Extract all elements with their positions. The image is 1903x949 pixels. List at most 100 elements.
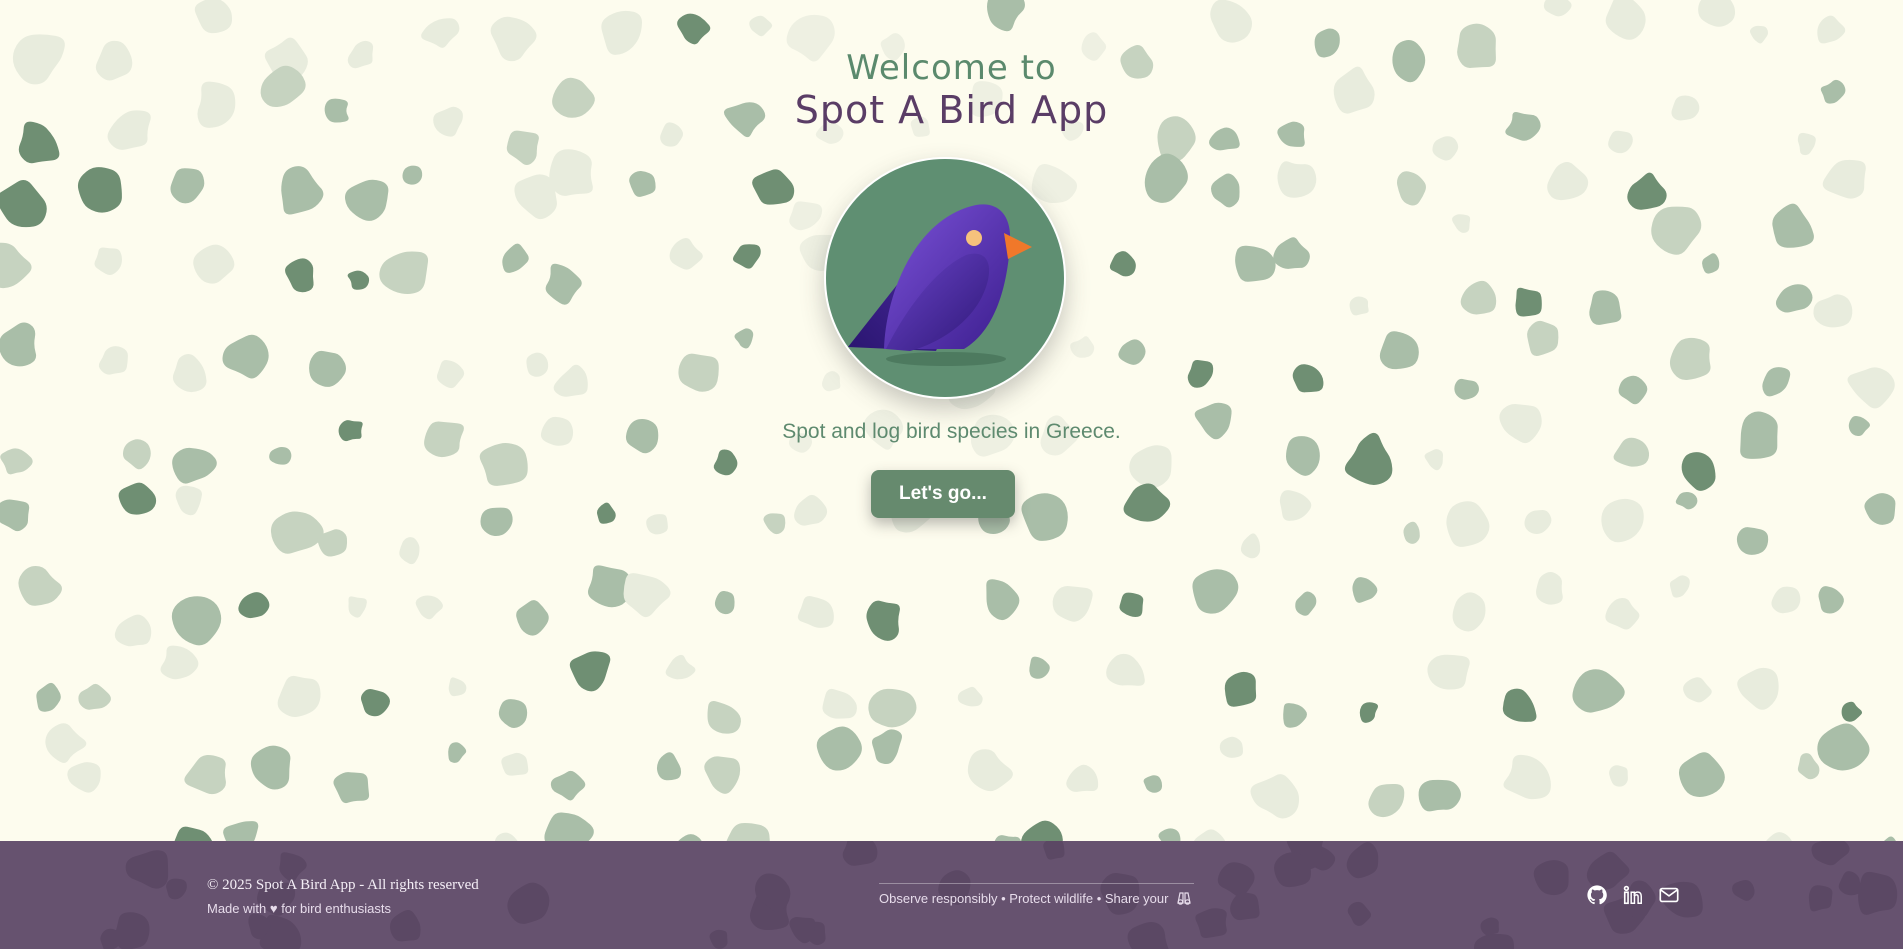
pattern-spot — [1119, 592, 1144, 617]
pattern-spot — [194, 0, 233, 34]
pattern-spot — [1349, 296, 1369, 316]
mail-icon[interactable] — [1658, 884, 1680, 906]
pattern-spot — [1589, 290, 1622, 325]
pattern-spot — [285, 258, 314, 293]
pattern-spot — [118, 482, 157, 515]
pattern-spot — [250, 745, 291, 790]
pattern-spot — [1524, 510, 1552, 534]
pattern-spot — [78, 683, 111, 710]
pattern-spot — [1864, 493, 1896, 525]
pattern-spot — [1347, 901, 1372, 926]
pattern-spot — [506, 130, 539, 166]
pattern-spot — [1235, 245, 1276, 282]
pattern-spot — [399, 537, 420, 565]
pattern-spot — [553, 364, 588, 397]
pattern-spot — [526, 352, 549, 377]
pattern-spot — [1533, 860, 1569, 896]
pattern-spot — [1675, 492, 1698, 510]
pattern-spot — [1029, 656, 1050, 679]
pattern-spot — [1118, 339, 1146, 365]
pattern-spot — [704, 756, 741, 794]
pattern-spot — [1858, 871, 1898, 915]
pattern-spot — [172, 354, 207, 393]
pattern-spot — [752, 169, 795, 205]
pattern-spot — [1106, 653, 1145, 686]
pattern-spot — [816, 726, 862, 771]
pattern-spot — [822, 688, 857, 719]
footer-motto: Observe responsibly • Protect wildlife •… — [879, 891, 1192, 906]
pattern-spot — [822, 371, 841, 392]
pattern-spot — [1503, 754, 1551, 800]
pattern-spot — [987, 0, 1025, 32]
pattern-spot — [1813, 294, 1853, 328]
pattern-spot — [498, 699, 528, 729]
pattern-spot — [1474, 933, 1515, 949]
pattern-spot — [1396, 171, 1426, 206]
pattern-spot — [1144, 153, 1188, 203]
pattern-spot — [348, 596, 367, 618]
pattern-spot — [1224, 671, 1257, 707]
pattern-spot — [98, 346, 128, 375]
pattern-spot — [1446, 501, 1490, 547]
pattern-spot — [1536, 572, 1563, 605]
pattern-spot — [1219, 736, 1244, 758]
pattern-spot — [1031, 163, 1078, 203]
pattern-spot — [1605, 0, 1646, 40]
pattern-spot — [1460, 280, 1497, 315]
pattern-spot — [842, 841, 878, 866]
pattern-spot — [0, 242, 32, 289]
pattern-spot — [866, 600, 900, 641]
pattern-spot — [1123, 483, 1171, 522]
pattern-spot — [794, 494, 828, 526]
pattern-spot — [1698, 0, 1736, 27]
pattern-spot — [1678, 752, 1725, 797]
pattern-spot — [1052, 586, 1093, 622]
pattern-spot — [797, 595, 834, 628]
pattern-spot — [1681, 452, 1716, 491]
pattern-spot — [1273, 237, 1310, 269]
pattern-spot — [1210, 173, 1240, 208]
pattern-spot — [707, 701, 741, 734]
pattern-spot — [347, 270, 370, 290]
pattern-spot — [678, 353, 719, 392]
pattern-spot — [623, 573, 671, 618]
pattern-spot — [871, 729, 902, 765]
pattern-spot — [1627, 172, 1667, 210]
pattern-spot — [656, 752, 682, 781]
pattern-spot — [479, 443, 528, 486]
pattern-spot — [360, 689, 390, 717]
pattern-spot — [516, 600, 549, 636]
lets-go-button[interactable]: Let's go... — [871, 470, 1015, 518]
pattern-spot — [1295, 591, 1317, 616]
pattern-spot — [1043, 841, 1065, 860]
pattern-spot — [270, 511, 324, 554]
pattern-spot — [1838, 871, 1862, 896]
pattern-spot — [1195, 908, 1227, 939]
pattern-spot — [1292, 364, 1324, 393]
pattern-spot — [1021, 493, 1068, 541]
pattern-spot — [1283, 703, 1307, 728]
pattern-spot — [789, 916, 815, 944]
github-icon[interactable] — [1586, 884, 1608, 906]
pattern-spot — [507, 882, 550, 924]
app-logo — [824, 157, 1066, 399]
tagline: Spot and log bird species in Greece. — [782, 420, 1121, 443]
pattern-spot — [1651, 206, 1702, 255]
pattern-spot — [669, 238, 703, 270]
pattern-spot — [67, 762, 101, 793]
pattern-spot — [1702, 253, 1720, 274]
pattern-spot — [1817, 723, 1870, 771]
pattern-spot — [238, 592, 270, 619]
pattern-spot — [402, 165, 423, 185]
pattern-spot — [1480, 917, 1499, 936]
pattern-spot — [734, 328, 754, 349]
welcome-heading: Welcome to — [846, 48, 1057, 88]
motto-text: Observe responsibly • Protect wildlife •… — [879, 891, 1169, 906]
pattern-spot — [448, 677, 467, 697]
pattern-spot — [1797, 753, 1820, 780]
pattern-spot — [1109, 251, 1136, 277]
linkedin-icon[interactable] — [1622, 884, 1644, 906]
pattern-spot — [732, 244, 761, 269]
pattern-spot — [1368, 783, 1405, 818]
pattern-spot — [1841, 701, 1863, 722]
